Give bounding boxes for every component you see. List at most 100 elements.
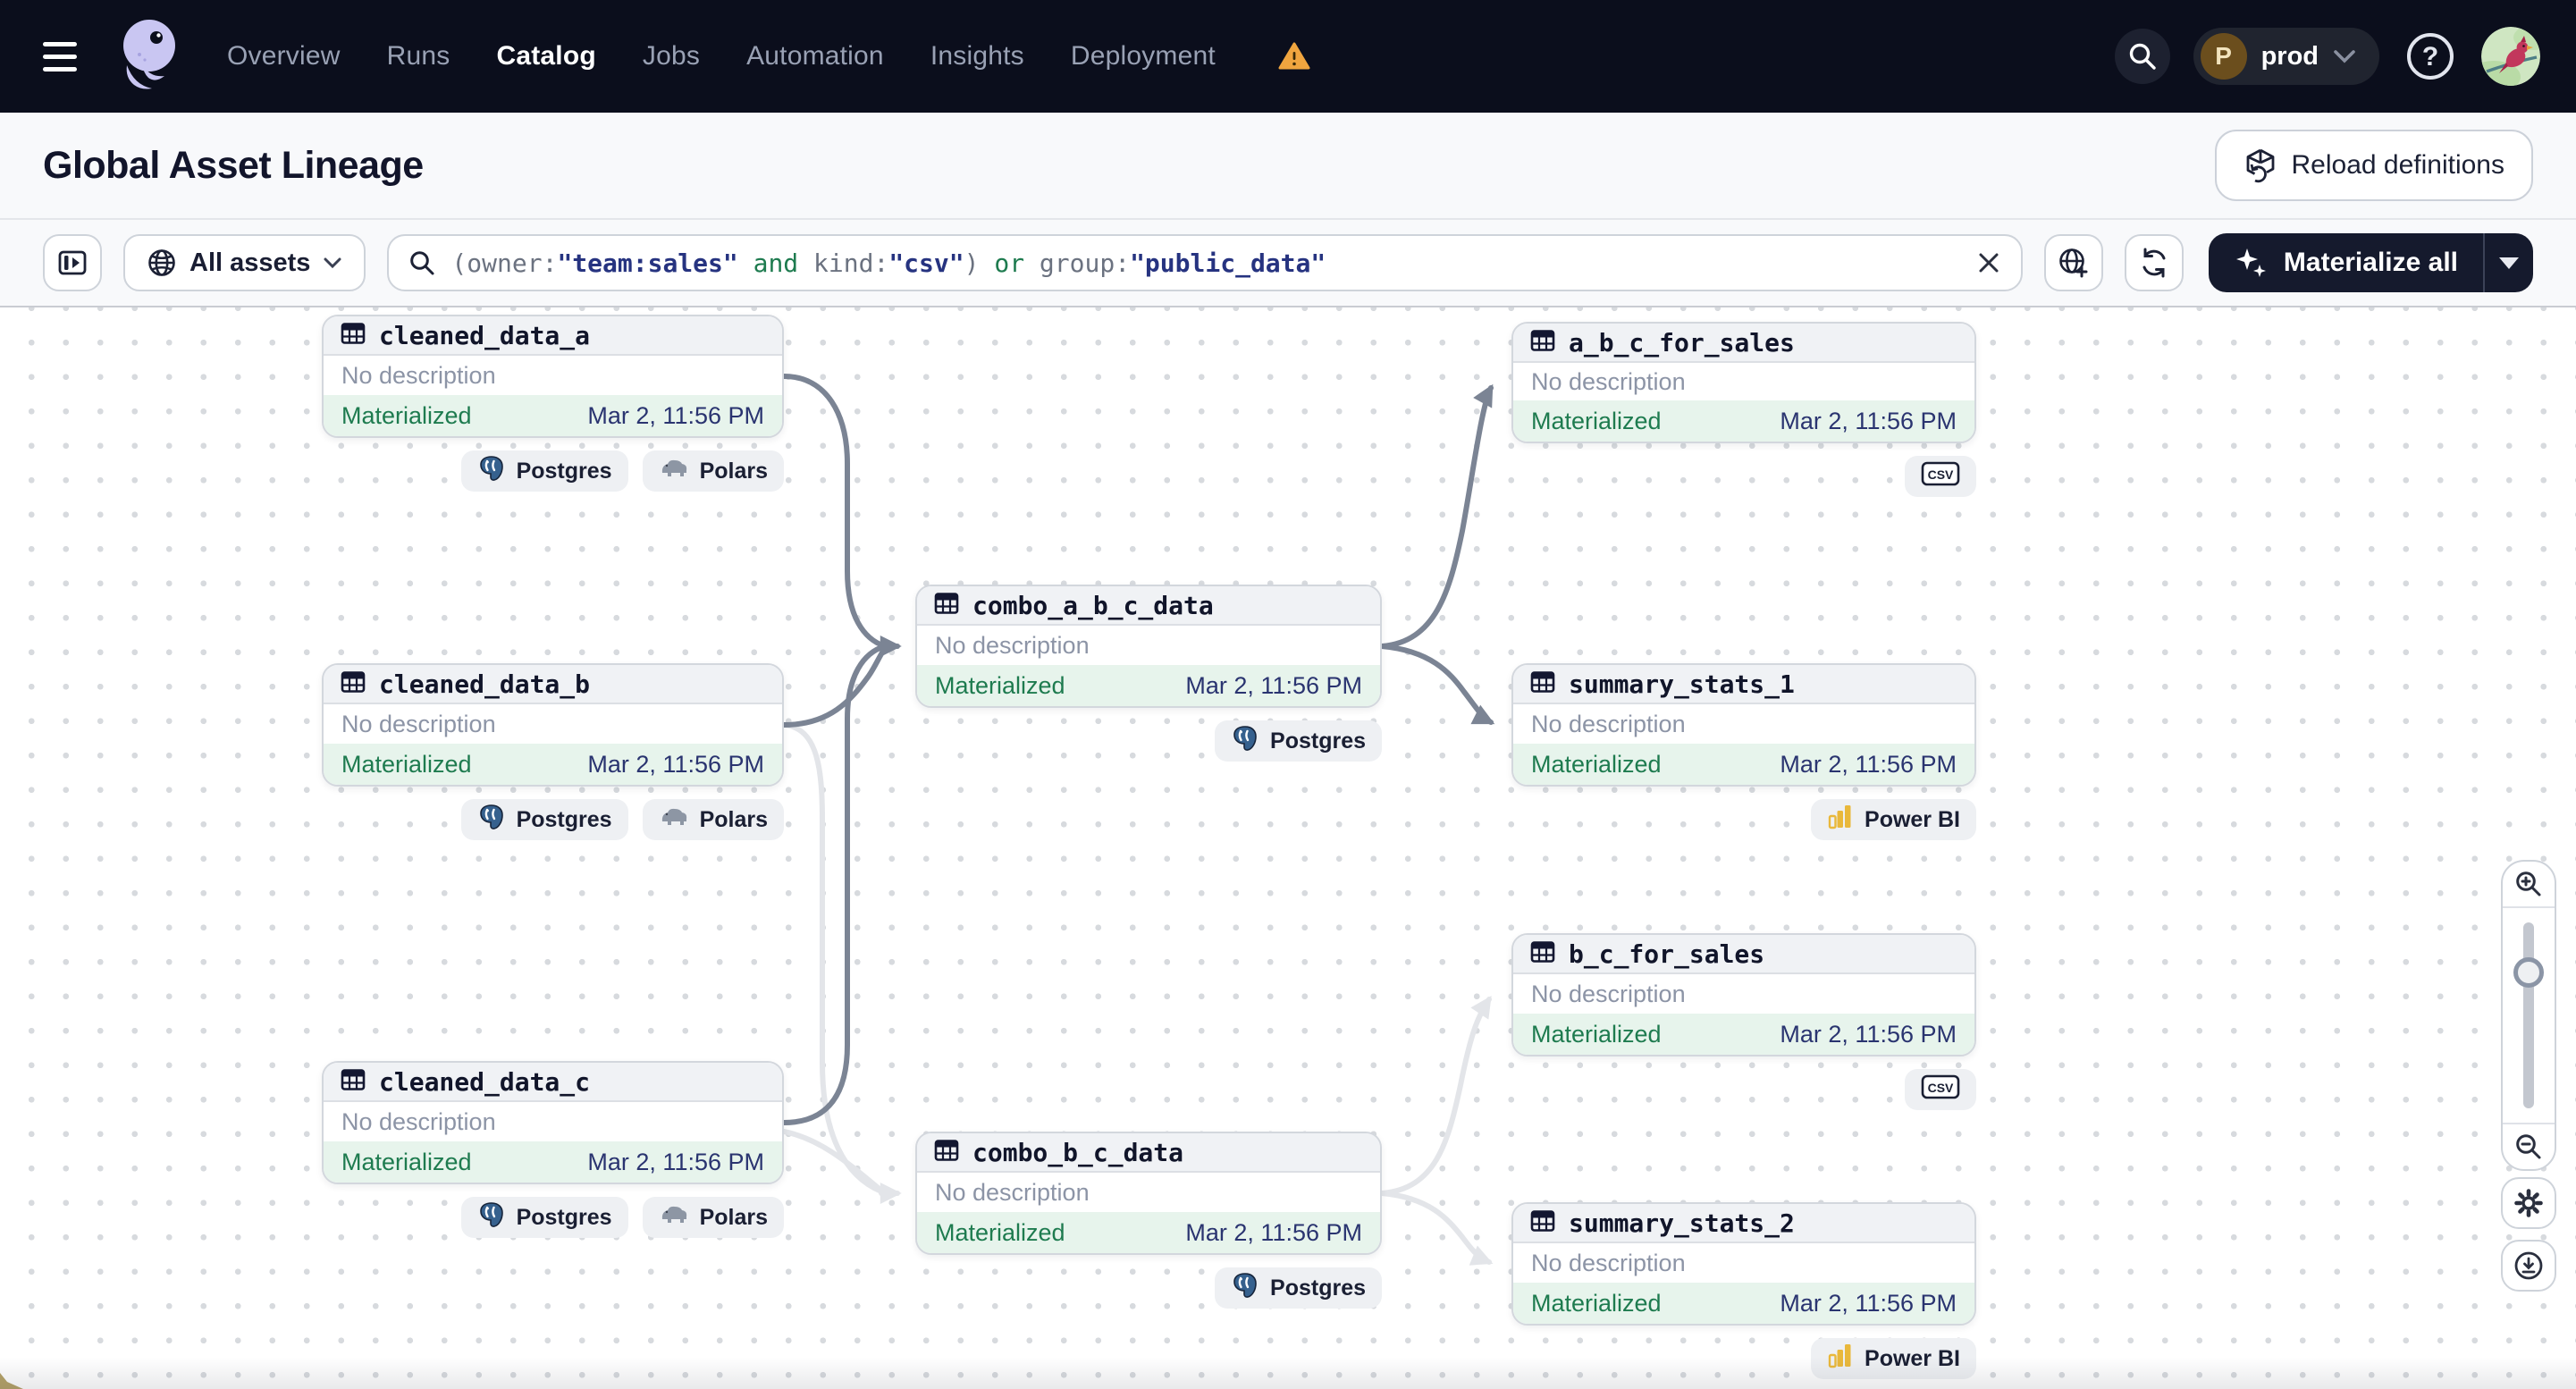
lineage-canvas[interactable]: cleaned_data_a No description Materializ… xyxy=(0,307,2576,1389)
zoom-slider-track[interactable] xyxy=(2523,922,2534,1108)
reload-definitions-label: Reload definitions xyxy=(2291,150,2505,180)
search-icon[interactable] xyxy=(2114,29,2170,84)
asset-node-b_c_for_sales[interactable]: b_c_for_sales No description Materialize… xyxy=(1511,933,1976,1056)
open-sidebar-panel-button[interactable] xyxy=(43,234,102,291)
kind-tag-csv[interactable]: CSV xyxy=(1905,456,1976,497)
kind-tag-polars[interactable]: Polars xyxy=(642,1197,784,1238)
asset-status-bar: Materialized Mar 2, 11:56 PM xyxy=(1513,1014,1974,1055)
deployment-switcher[interactable]: P prod xyxy=(2193,28,2379,85)
sparkles-icon xyxy=(2235,248,2266,277)
asset-node-cleaned_data_a[interactable]: cleaned_data_a No description Materializ… xyxy=(322,315,784,438)
hamburger-menu-icon[interactable] xyxy=(43,31,93,81)
asset-status-bar: Materialized Mar 2, 11:56 PM xyxy=(324,1141,782,1183)
asset-description: No description xyxy=(1531,1249,1686,1276)
asset-node-combo_a_b_c_data[interactable]: combo_a_b_c_data No description Material… xyxy=(915,585,1382,708)
svg-text:?: ? xyxy=(2422,42,2438,72)
filter-to-selection-button[interactable] xyxy=(2043,234,2103,291)
materialize-all-button[interactable]: Materialize all xyxy=(2209,233,2483,292)
titlebar: Global Asset Lineage Reload definitions xyxy=(0,113,2576,220)
kind-tag-label: Polars xyxy=(699,806,768,832)
nav-item-overview[interactable]: Overview xyxy=(227,41,341,72)
asset-node-summary_stats_2[interactable]: summary_stats_2 No description Materiali… xyxy=(1511,1202,1976,1326)
asset-node-cleaned_data_c[interactable]: cleaned_data_c No description Materializ… xyxy=(322,1061,784,1184)
kind-tag-polars[interactable]: Polars xyxy=(642,450,784,492)
asset-filter-input[interactable]: (owner:"team:sales" and kind:"csv") or g… xyxy=(387,234,2023,291)
kind-tag-label: Postgres xyxy=(516,806,612,832)
nav-item-insights[interactable]: Insights xyxy=(930,41,1024,72)
asset-kind-tags: Postgres Polars xyxy=(322,799,784,840)
dagster-logo-icon[interactable] xyxy=(116,19,181,94)
kind-tag-csv[interactable]: CSV xyxy=(1905,1069,1976,1110)
asset-description: No description xyxy=(1531,710,1686,737)
query-token-plain: (owner: xyxy=(451,248,558,278)
powerbi-icon xyxy=(1827,804,1854,837)
user-avatar[interactable] xyxy=(2481,27,2540,86)
asset-kind-tags: Power BI xyxy=(1511,799,1976,840)
kind-tag-postgres[interactable]: Postgres xyxy=(1215,720,1382,762)
kind-tag-postgres[interactable]: Postgres xyxy=(460,799,628,840)
asset-node-header: b_c_for_sales xyxy=(1513,935,1974,974)
query-token-keyword: or xyxy=(994,248,1025,278)
deployment-initial: P xyxy=(2200,33,2247,80)
asset-scope-label: All assets xyxy=(189,248,311,277)
asset-scope-dropdown[interactable]: All assets xyxy=(123,234,366,291)
kind-tag-power-bi[interactable]: Power BI xyxy=(1811,1338,1976,1379)
graph-settings-button[interactable] xyxy=(2501,1177,2556,1229)
corner-artifact xyxy=(0,1373,23,1389)
asset-node-a_b_c_for_sales[interactable]: a_b_c_for_sales No description Materiali… xyxy=(1511,322,1976,443)
asset-name: summary_stats_2 xyxy=(1569,1208,1795,1238)
zoom-out-icon xyxy=(2516,1134,2541,1159)
horizontal-scrollbar[interactable] xyxy=(0,1357,2576,1389)
nav-item-deployment[interactable]: Deployment xyxy=(1071,41,1216,72)
nav-item-catalog[interactable]: Catalog xyxy=(496,41,595,72)
kind-tag-label: Postgres xyxy=(516,1204,612,1230)
asset-node-header: summary_stats_2 xyxy=(1513,1204,1974,1243)
table-icon xyxy=(933,590,960,621)
table-icon xyxy=(1529,327,1556,358)
query-token-plain: ) xyxy=(964,248,995,278)
clear-filter-icon[interactable] xyxy=(1976,250,2001,275)
status-badge: Materialized xyxy=(1531,407,1662,434)
kind-tag-polars[interactable]: Polars xyxy=(642,799,784,840)
kind-tag-label: Postgres xyxy=(516,458,612,484)
edge-cleaned_data_a-to-combo_a_b_c_data xyxy=(781,374,888,649)
refresh-icon xyxy=(2142,248,2166,278)
materialize-all-label: Materialize all xyxy=(2283,248,2458,277)
kind-tag-power-bi[interactable]: Power BI xyxy=(1811,799,1976,840)
asset-description: No description xyxy=(1531,367,1686,395)
table-icon xyxy=(1529,1208,1556,1239)
asset-status-bar: Materialized Mar 2, 11:56 PM xyxy=(1513,400,1974,442)
materialize-options-toggle[interactable] xyxy=(2483,233,2533,292)
refresh-button[interactable] xyxy=(2124,234,2184,291)
edge-combo_a_b_c_data-to-a_b_c_for_sales xyxy=(1379,383,1494,649)
asset-name: combo_a_b_c_data xyxy=(972,590,1214,620)
kind-tag-postgres[interactable]: Postgres xyxy=(460,450,628,492)
zoom-out-button[interactable] xyxy=(2503,1123,2555,1169)
status-badge: Materialized xyxy=(935,1218,1065,1246)
zoom-in-button[interactable] xyxy=(2503,862,2555,908)
kind-tag-postgres[interactable]: Postgres xyxy=(460,1197,628,1238)
nav-item-runs[interactable]: Runs xyxy=(387,41,450,72)
primary-nav: Overview Runs Catalog Jobs Automation Insight… xyxy=(227,41,1310,72)
zoom-slider-thumb[interactable] xyxy=(2513,957,2544,988)
download-image-button[interactable] xyxy=(2501,1240,2556,1292)
asset-kind-tags: CSV xyxy=(1511,1069,1976,1110)
asset-node-cleaned_data_b[interactable]: cleaned_data_b No description Materializ… xyxy=(322,663,784,787)
zoom-slider[interactable] xyxy=(2503,908,2555,1123)
postgres-icon xyxy=(477,454,506,489)
asset-node-header: cleaned_data_a xyxy=(324,316,782,356)
asset-kind-tags: Postgres xyxy=(915,1267,1382,1309)
reload-definitions-button[interactable]: Reload definitions xyxy=(2214,130,2533,201)
asset-kind-tags: Postgres Polars xyxy=(322,450,784,492)
asset-description: No description xyxy=(1531,980,1686,1007)
asset-node-combo_b_c_data[interactable]: combo_b_c_data No description Materializ… xyxy=(915,1132,1382,1255)
asset-node-header: combo_b_c_data xyxy=(917,1133,1380,1173)
query-token-value: "team:sales" xyxy=(557,248,738,278)
nav-item-automation[interactable]: Automation xyxy=(746,41,884,72)
zoom-controls xyxy=(2501,860,2556,1171)
kind-tag-postgres[interactable]: Postgres xyxy=(1215,1267,1382,1309)
asset-node-summary_stats_1[interactable]: summary_stats_1 No description Materiali… xyxy=(1511,663,1976,787)
help-icon[interactable]: ? xyxy=(2403,29,2458,84)
asset-kind-tags: Postgres Polars xyxy=(322,1197,784,1238)
nav-item-jobs[interactable]: Jobs xyxy=(643,41,700,72)
